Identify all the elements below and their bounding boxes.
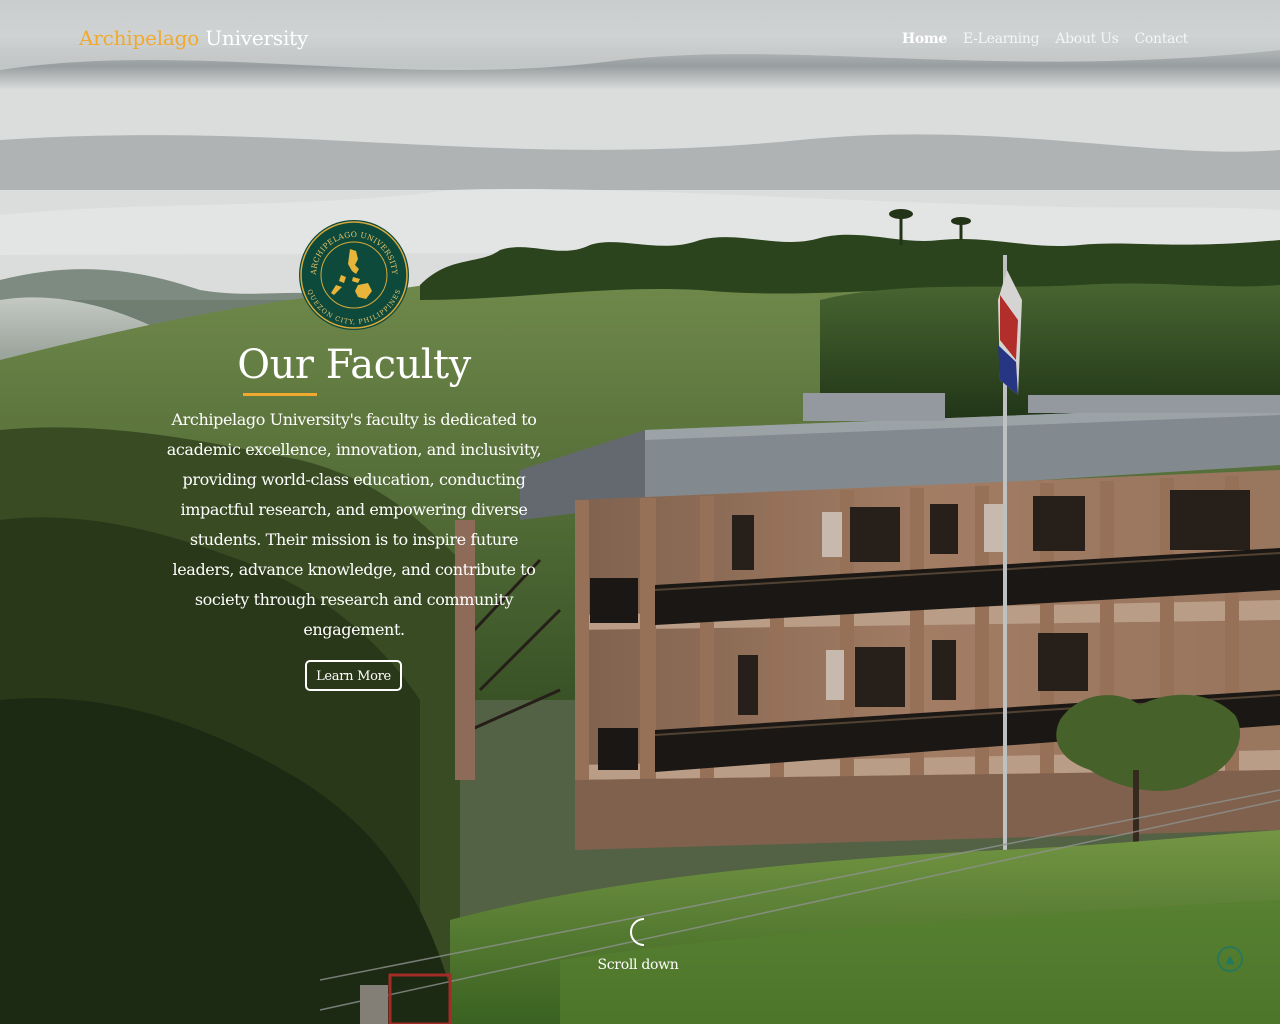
scroll-down-icon — [630, 918, 645, 946]
back-to-top-button[interactable]: ▲ — [1217, 946, 1243, 972]
title-underline-accent — [243, 393, 317, 396]
nav-item-e-learning[interactable]: E-Learning — [963, 31, 1040, 47]
nav-item-about-us[interactable]: About Us — [1055, 31, 1118, 47]
hero-description: Archipelago University's faculty is dedi… — [166, 410, 542, 639]
nav-item-contact[interactable]: Contact — [1135, 31, 1189, 47]
chevron-up-icon: ▲ — [1225, 952, 1235, 966]
hero-title: Our Faculty — [237, 342, 471, 388]
nav-item-home[interactable]: Home — [902, 31, 947, 47]
scroll-down-link[interactable]: Scroll down — [590, 915, 686, 973]
university-seal: ARCHIPELAGO UNIVERSITY QUEZON CITY, PHIL… — [299, 220, 409, 330]
learn-more-button[interactable]: Learn More — [305, 660, 402, 691]
brand-logo-link[interactable]: Archipelago University — [79, 26, 308, 50]
scroll-down-label: Scroll down — [597, 957, 679, 973]
main-nav: Home E-Learning About Us Contact — [902, 31, 1188, 47]
brand-name-part1: Archipelago — [79, 26, 200, 50]
brand-name-part2: University — [205, 26, 309, 50]
